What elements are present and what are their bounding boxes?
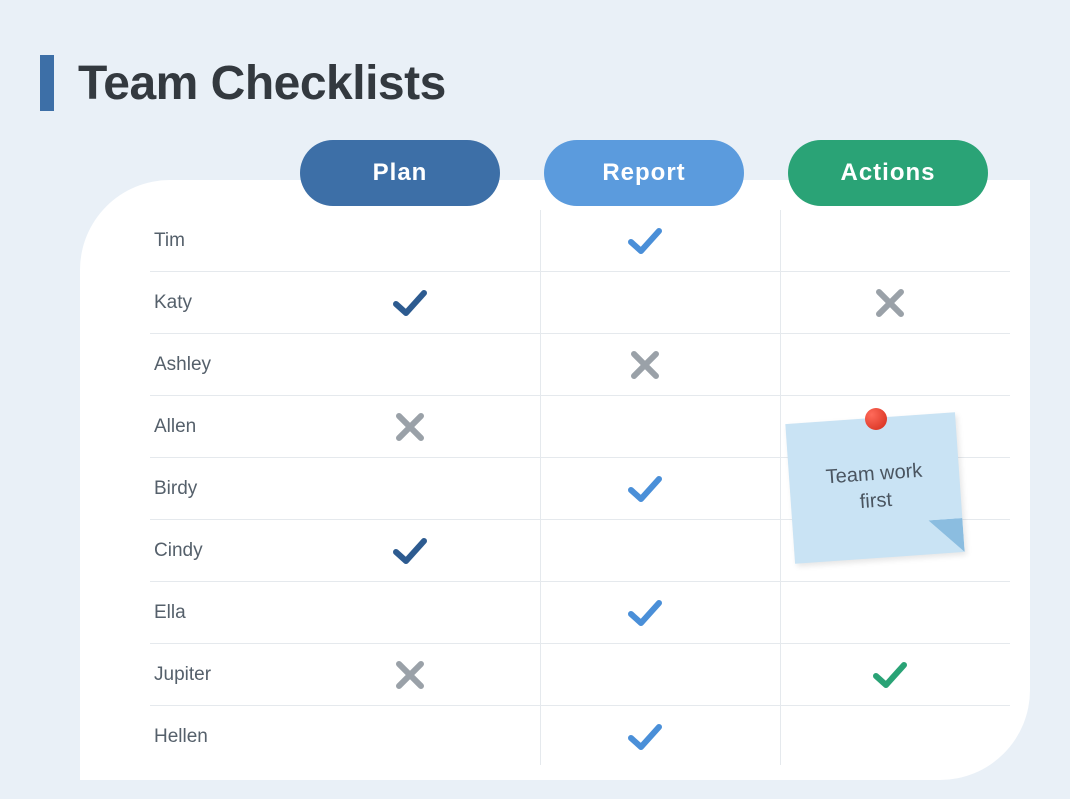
- person-name: Ashley: [150, 354, 300, 376]
- cross-icon: [625, 345, 665, 385]
- actions-cell: [770, 283, 1010, 323]
- report-cell: [520, 221, 770, 261]
- check-icon: [390, 283, 430, 323]
- person-name: Jupiter: [150, 664, 300, 686]
- report-cell: [520, 717, 770, 757]
- title-bar: Team Checklists: [40, 55, 446, 111]
- plan-cell: [300, 407, 520, 447]
- sticky-note: Team work first: [790, 418, 970, 578]
- person-name: Allen: [150, 416, 300, 438]
- column-headers: Plan Report Actions: [300, 140, 988, 206]
- plan-cell: [300, 283, 520, 323]
- cross-icon: [390, 655, 430, 695]
- check-icon: [625, 221, 665, 261]
- report-cell: [520, 593, 770, 633]
- report-header-pill: Report: [544, 140, 744, 206]
- person-name: Ella: [150, 602, 300, 624]
- plan-header-pill: Plan: [300, 140, 500, 206]
- table-row: Ella: [150, 582, 1010, 644]
- check-icon: [625, 469, 665, 509]
- check-icon: [625, 593, 665, 633]
- person-name: Hellen: [150, 726, 300, 748]
- pin-icon: [865, 408, 887, 430]
- actions-cell: [770, 655, 1010, 695]
- check-icon: [390, 531, 430, 571]
- table-row: Ashley: [150, 334, 1010, 396]
- person-name: Cindy: [150, 540, 300, 562]
- check-icon: [625, 717, 665, 757]
- cross-icon: [390, 407, 430, 447]
- person-name: Tim: [150, 230, 300, 252]
- sticky-note-text: Team work first: [806, 456, 943, 519]
- person-name: Katy: [150, 292, 300, 314]
- report-cell: [520, 469, 770, 509]
- cross-icon: [870, 283, 910, 323]
- check-icon: [870, 655, 910, 695]
- actions-header-pill: Actions: [788, 140, 988, 206]
- table-row: Jupiter: [150, 644, 1010, 706]
- plan-cell: [300, 655, 520, 695]
- person-name: Birdy: [150, 478, 300, 500]
- accent-bar: [40, 55, 54, 111]
- table-row: Katy: [150, 272, 1010, 334]
- report-cell: [520, 345, 770, 385]
- sticky-note-body: Team work first: [785, 412, 964, 564]
- page-title: Team Checklists: [78, 56, 446, 111]
- table-row: Hellen: [150, 706, 1010, 768]
- plan-cell: [300, 531, 520, 571]
- table-row: Tim: [150, 210, 1010, 272]
